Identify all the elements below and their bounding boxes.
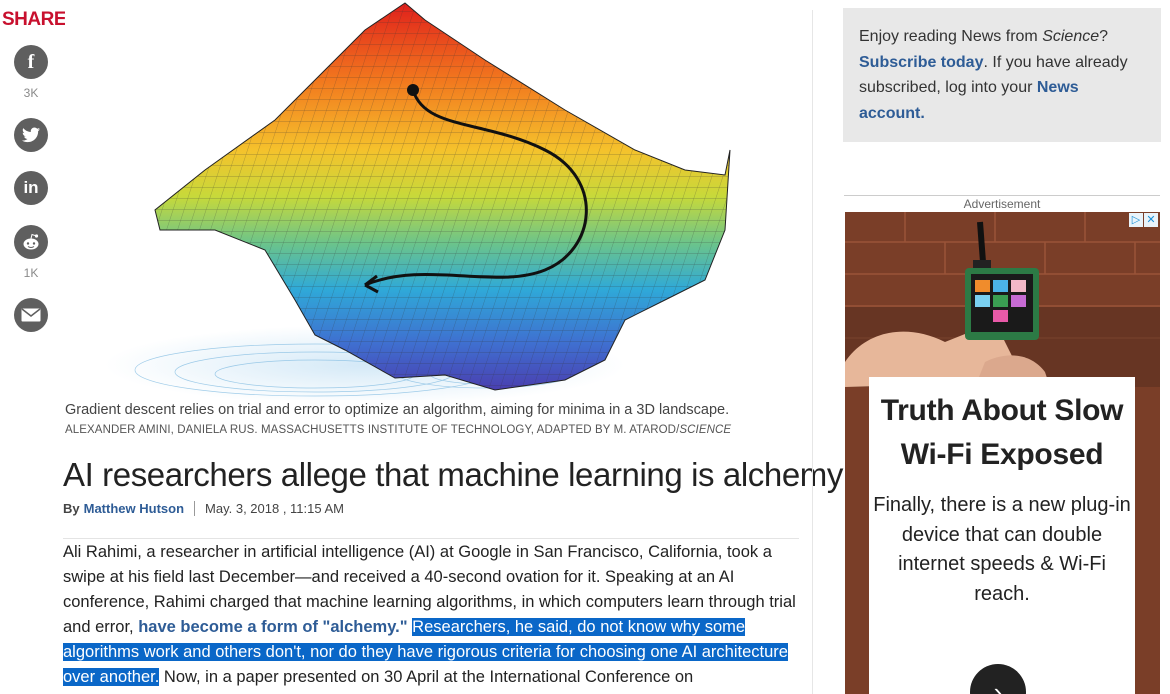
envelope-icon bbox=[21, 308, 41, 322]
article-figure bbox=[65, 0, 800, 400]
ad-label: Advertisement bbox=[963, 197, 1041, 211]
body-paragraph-end: Now, in a paper presented on 30 April at… bbox=[159, 668, 694, 686]
byline-rule bbox=[63, 538, 799, 539]
facebook-icon: f bbox=[27, 50, 35, 73]
byline: By Matthew Hutson May. 3, 2018 , 11:15 A… bbox=[63, 501, 344, 516]
share-title: SHARE bbox=[2, 9, 67, 30]
twitter-share-button[interactable] bbox=[14, 118, 48, 152]
byline-prefix: By bbox=[63, 501, 80, 516]
subscription-promo: Enjoy reading News from Science? Subscri… bbox=[843, 8, 1161, 142]
promo-science: Science bbox=[1042, 28, 1100, 45]
figure-caption: Gradient descent relies on trial and err… bbox=[65, 402, 730, 418]
chevron-right-icon: › bbox=[993, 677, 1003, 694]
reddit-share-button[interactable] bbox=[14, 225, 48, 259]
promo-question-mark: ? bbox=[1099, 28, 1109, 45]
reddit-icon bbox=[23, 233, 39, 250]
advertisement[interactable]: ▷ ✕ Truth About Slow Wi-Fi Exposed Final… bbox=[845, 212, 1160, 694]
ad-headline: Truth About Slow Wi-Fi Exposed bbox=[880, 394, 1124, 471]
publish-date: May. 3, 2018 , 11:15 AM bbox=[205, 501, 345, 516]
ad-next-button[interactable]: › bbox=[970, 664, 1026, 694]
ad-subtext: Finally, there is a new plug-in device t… bbox=[873, 494, 1131, 605]
close-icon[interactable]: ✕ bbox=[1144, 213, 1158, 227]
credit-source: SCIENCE bbox=[679, 424, 732, 436]
credit-text: ALEXANDER AMINI, DANIELA RUS. MASSACHUSE… bbox=[65, 424, 680, 436]
ad-card[interactable]: Truth About Slow Wi-Fi Exposed Finally, … bbox=[869, 377, 1135, 694]
linkedin-share-button[interactable]: in bbox=[14, 171, 48, 205]
email-share-button[interactable] bbox=[14, 298, 48, 332]
figure-credit: ALEXANDER AMINI, DANIELA RUS. MASSACHUSE… bbox=[65, 424, 731, 436]
promo-text: Enjoy reading News from bbox=[859, 28, 1043, 45]
adchoices-icon[interactable]: ▷ bbox=[1129, 213, 1143, 227]
column-divider bbox=[812, 10, 813, 694]
facebook-share-button[interactable]: f bbox=[14, 45, 48, 79]
reddit-share-count: 1K bbox=[23, 266, 39, 280]
byline-divider bbox=[194, 501, 196, 516]
alchemy-link[interactable]: have become a form of "alchemy." bbox=[138, 618, 407, 636]
facebook-share-count: 3K bbox=[23, 86, 39, 100]
article-body: Ali Rahimi, a researcher in artificial i… bbox=[63, 540, 803, 690]
author-link[interactable]: Matthew Hutson bbox=[84, 501, 184, 516]
ad-rule bbox=[844, 195, 1160, 196]
article-headline: AI researchers allege that machine learn… bbox=[63, 456, 843, 493]
linkedin-icon: in bbox=[23, 178, 39, 197]
subscribe-link[interactable]: Subscribe today bbox=[859, 54, 983, 71]
gradient-descent-landscape-image bbox=[105, 2, 731, 400]
twitter-icon bbox=[22, 127, 40, 143]
ad-choices[interactable]: ▷ ✕ bbox=[1128, 213, 1158, 227]
